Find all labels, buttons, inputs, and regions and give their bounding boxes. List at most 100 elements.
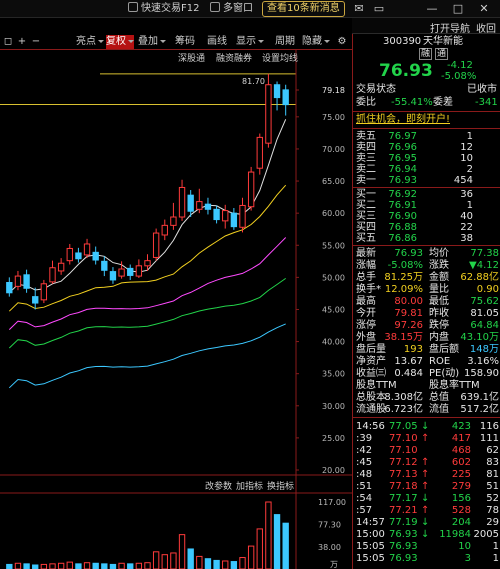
ratio-label: 委比 (356, 97, 376, 108)
ratio-value: -55.41% (391, 97, 433, 108)
highlight-menu[interactable]: 亮点 (76, 35, 104, 49)
divider (353, 111, 500, 112)
zoom-out-button[interactable]: − (30, 35, 42, 49)
collapse-link[interactable]: 收回 (476, 20, 496, 35)
stat-label: 最低 (429, 296, 449, 307)
quick-trade-label: 快速交易F12 (141, 3, 200, 14)
tick-row: 15:00 76.93 ↓ 11984 2005 (353, 529, 500, 541)
kline-chart[interactable]: 深股通 融资融券 设置均线 81.70 改参数 加指标 换指标 79.18 75.… (0, 50, 352, 569)
stat-value: 79.81 (394, 308, 423, 319)
volume-bar (265, 501, 272, 569)
period-button[interactable]: 周期 (272, 35, 298, 49)
tick-volume: 528 (451, 505, 471, 516)
stat-value: 97.26 (394, 320, 423, 331)
tick-count: 1 (492, 553, 499, 564)
tick-count: 51 (486, 481, 499, 492)
volume-bar (32, 564, 39, 569)
tick-arrow: ↓ (421, 493, 430, 504)
toggle-icon[interactable]: ◻ (2, 35, 14, 49)
volume-bar (204, 558, 212, 569)
multi-window-button[interactable]: 多窗口 (210, 2, 253, 16)
stat-row: 最新 76.93 均价 77.38 (353, 248, 500, 260)
stat-label: 流值 (429, 404, 449, 415)
volume-bar (49, 563, 56, 569)
close-icon[interactable]: ✕ (478, 3, 490, 15)
hk-connect-tag[interactable]: 深股通 (178, 53, 205, 64)
volume-tick-label: 117.00 (318, 498, 346, 507)
promo-banner[interactable]: 抓住机会，即刻开户! (353, 114, 500, 126)
restore-icon[interactable]: ▭ (373, 3, 385, 15)
settings-icon[interactable]: ⚙ (336, 35, 348, 49)
stat-row: 股息TTM 股息率TTM (353, 380, 500, 392)
tick-arrow: ↓ (421, 517, 430, 528)
stat-label: 总手 (356, 272, 376, 283)
tick-row: :57 77.21 ↑ 528 78 (353, 505, 500, 517)
stat-value: 77.38 (470, 248, 499, 259)
stock-code: 300390 (383, 36, 422, 47)
stat-value: 13.67 (394, 356, 423, 367)
overlay-menu[interactable]: 叠加 (138, 35, 166, 49)
price-tick-label: 55.00 (322, 241, 345, 250)
last-price: 76.93 (379, 61, 433, 81)
title-bar: 快速交易F12 多窗口 查看10条新消息 ✉ ▭ — □ ✕ (0, 0, 500, 18)
candle-body (101, 260, 108, 271)
stat-value: 148万 (469, 344, 499, 355)
candle-body (273, 84, 281, 99)
stat-value: 38.15万 (384, 332, 423, 343)
swap-indicator-button[interactable]: 换指标 (267, 480, 294, 492)
tick-row: 14:56 77.05 ↓ 423 116 (353, 421, 500, 433)
draw-line-button[interactable]: 画线 (204, 35, 230, 49)
stat-label: 股息TTM (356, 380, 397, 391)
tick-price: 77.12 (389, 457, 418, 468)
chips-button[interactable]: 筹码 (172, 35, 198, 49)
tick-volume: 279 (451, 481, 471, 492)
ma-line (8, 323, 286, 389)
stat-label: 跌停 (429, 320, 449, 331)
add-indicator-button[interactable]: 加指标 (236, 480, 263, 492)
order-ratio-row: 委比 -55.41% 委差 -341 (353, 97, 500, 109)
candle-body (23, 274, 30, 289)
stat-value: 8.308亿 (384, 392, 423, 403)
stat-label: 量比 (429, 284, 449, 295)
edit-params-button[interactable]: 改参数 (205, 480, 232, 492)
margin-tag[interactable]: 融资融券 (216, 52, 252, 64)
tick-arrow: ↑ (421, 433, 430, 444)
news-button[interactable]: 查看10条新消息 (262, 1, 345, 17)
candle-body (75, 252, 82, 260)
volume-bar (118, 562, 125, 569)
set-ma-button[interactable]: 设置均线 (262, 52, 298, 64)
hide-menu[interactable]: 隐藏 (302, 35, 330, 49)
candle-body (222, 210, 229, 222)
stat-value: 193 (403, 344, 423, 355)
volume-bar (57, 562, 65, 569)
tick-arrow: ↓ (421, 421, 430, 432)
mail-icon[interactable]: ✉ (353, 3, 365, 15)
tick-row: :39 77.10 ↑ 417 111 (353, 433, 500, 445)
volume-tick-label: 77.30 (318, 521, 341, 530)
open-nav-link[interactable]: 打开导航 (430, 20, 470, 35)
zoom-in-button[interactable]: + (16, 35, 28, 49)
price-tick-label: 45.00 (322, 305, 345, 314)
volume-bar (83, 562, 91, 569)
tick-arrow: ↑ (421, 457, 430, 468)
candle-body (66, 247, 73, 262)
maximize-icon[interactable]: □ (452, 3, 464, 15)
price-tick-label: 50.00 (322, 273, 345, 282)
promo-text[interactable]: 抓住机会，即刻开户! (356, 114, 450, 126)
adjust-menu[interactable]: 复权 (106, 35, 134, 49)
stat-row: 外盘 38.15万 内盘 43.10万 (353, 332, 500, 344)
tick-time: 15:00 (356, 529, 385, 540)
display-menu[interactable]: 显示 (236, 35, 264, 49)
divider (353, 128, 500, 129)
tick-count: 2005 (473, 529, 499, 540)
bid-price: 76.86 (388, 233, 417, 244)
minimize-icon[interactable]: — (426, 3, 438, 15)
tick-time: :54 (356, 493, 373, 504)
stat-label: 涨幅 (356, 260, 376, 271)
quick-trade-button[interactable]: 快速交易F12 (128, 2, 199, 16)
candle-body (127, 267, 134, 276)
stat-row: 今开 79.81 昨收 81.05 (353, 308, 500, 320)
stat-label: 今开 (356, 308, 376, 319)
tick-count: 62 (486, 445, 499, 456)
volume-bar (196, 555, 203, 569)
